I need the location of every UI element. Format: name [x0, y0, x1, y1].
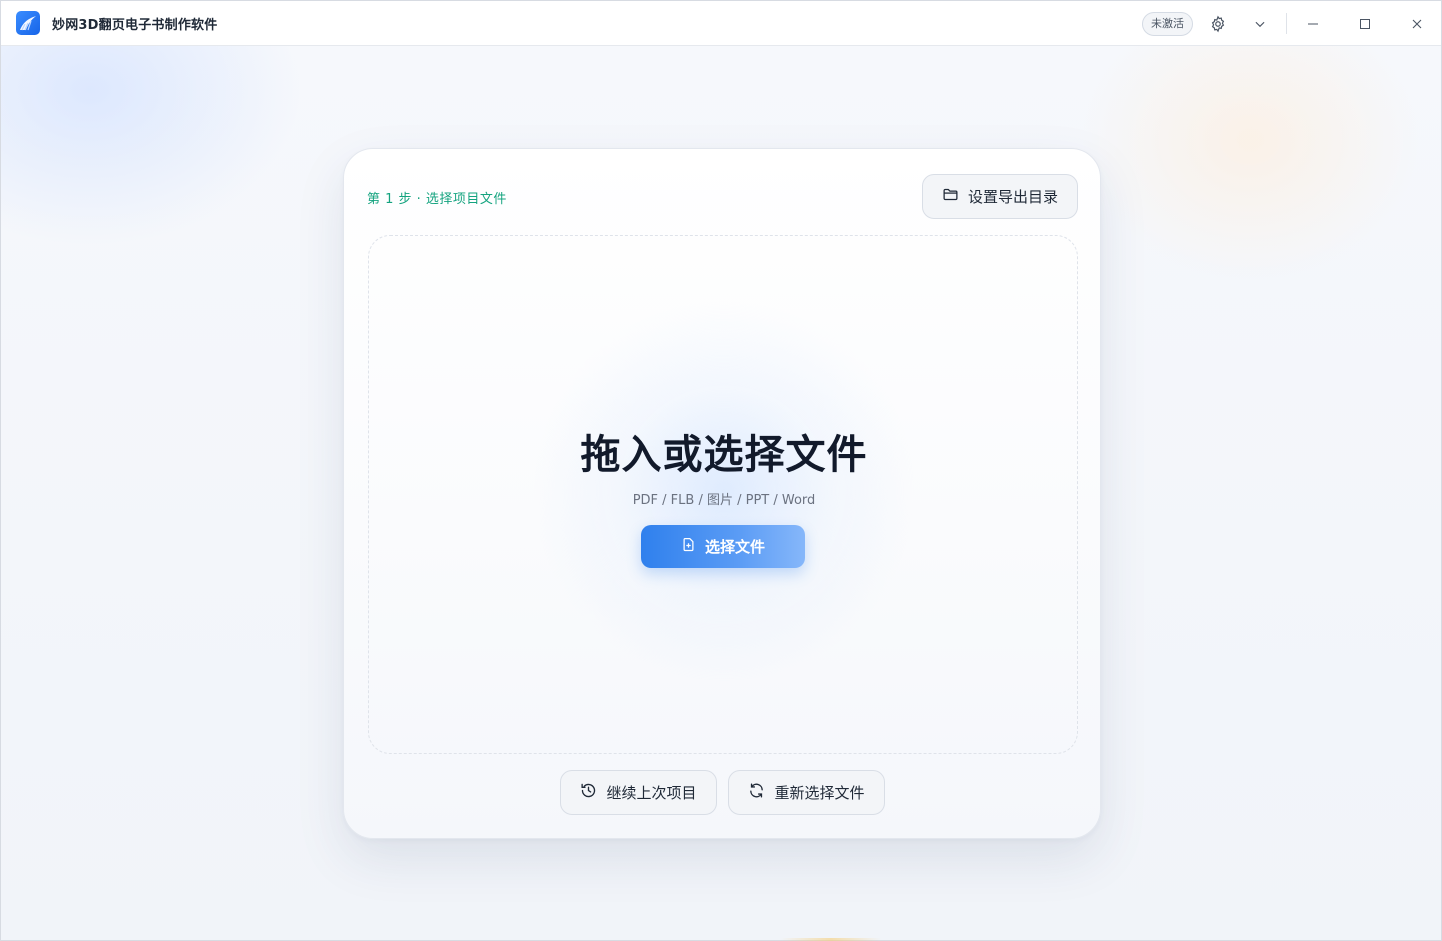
close-icon[interactable] [1405, 12, 1429, 36]
app-title: 妙网3D翻页电子书制作软件 [52, 18, 218, 33]
folder-icon [942, 186, 959, 207]
step-label: 第 1 步 · 选择项目文件 [367, 192, 507, 207]
continue-last-project-label: 继续上次项目 [606, 784, 697, 802]
history-icon [580, 782, 597, 803]
maximize-icon[interactable] [1353, 12, 1377, 36]
reselect-file-label: 重新选择文件 [774, 784, 865, 802]
refresh-icon [748, 782, 765, 803]
file-add-icon [681, 537, 696, 556]
set-export-directory-label: 设置导出目录 [967, 188, 1058, 206]
title-bar: 妙网3D翻页电子书制作软件 未激活 [1, 1, 1441, 46]
activation-status-badge[interactable]: 未激活 [1142, 12, 1193, 36]
app-logo-icon [16, 11, 40, 35]
minimize-icon[interactable] [1301, 12, 1325, 36]
file-dropzone[interactable]: 拖入或选择文件 PDF / FLB / 图片 / PPT / Word 选择文件 [368, 235, 1078, 754]
supported-formats: PDF / FLB / 图片 / PPT / Word [632, 493, 816, 508]
choose-file-button[interactable]: 选择文件 [641, 525, 805, 568]
chevron-down-icon[interactable] [1248, 12, 1272, 36]
reselect-file-button[interactable]: 重新选择文件 [728, 770, 885, 815]
choose-file-label: 选择文件 [704, 538, 765, 556]
continue-last-project-button[interactable]: 继续上次项目 [560, 770, 717, 815]
file-select-card: 第 1 步 · 选择项目文件 设置导出目录 拖入或选择文件 PDF / FLB … [343, 148, 1101, 839]
titlebar-divider [1286, 13, 1287, 34]
set-export-directory-button[interactable]: 设置导出目录 [922, 174, 1078, 219]
dropzone-title: 拖入或选择文件 [580, 432, 868, 478]
gear-icon[interactable] [1206, 12, 1230, 36]
